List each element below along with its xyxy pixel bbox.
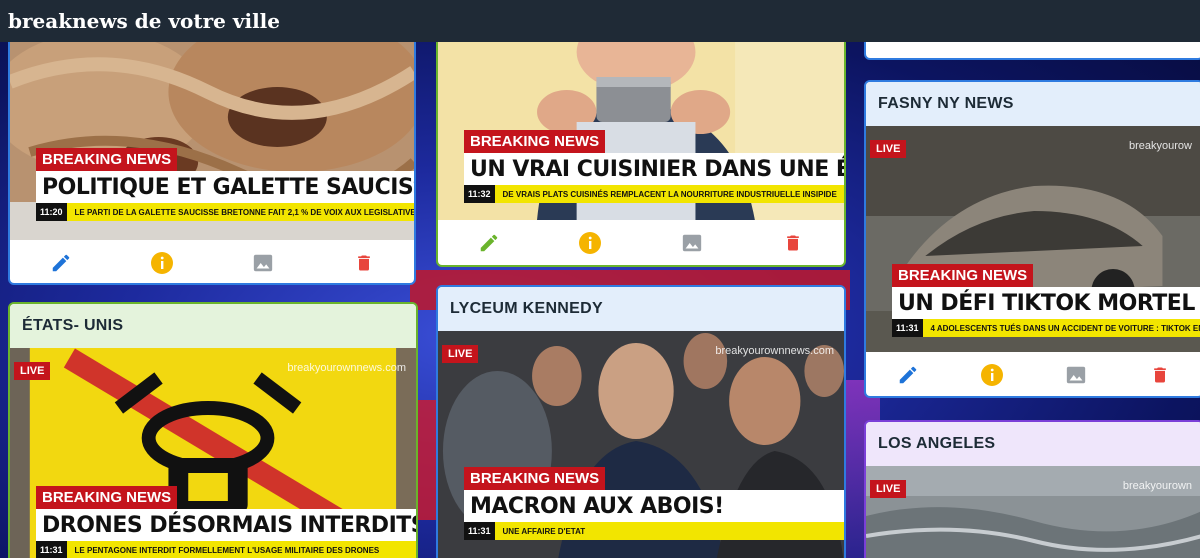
breaking-news-tag: BREAKING NEWS — [36, 148, 178, 171]
watermark: breakyourown — [1122, 480, 1192, 492]
card-image: BREAKING NEWS POLITIQUE ET GALETTE SAUCI… — [10, 22, 414, 240]
pencil-icon[interactable] — [47, 249, 75, 277]
pencil-icon[interactable] — [894, 361, 922, 389]
card-title: ÉTATS- UNIS — [10, 304, 416, 348]
news-card-etats-unis: ÉTATS- UNIS LIVE breakyourownnews.com BR… — [8, 302, 418, 558]
news-ticker: 11:31 LE PENTAGONE INTERDIT FORMELLEMENT… — [36, 541, 416, 558]
card-title: FASNY NY NEWS — [866, 82, 1200, 126]
headline: UN DÉFI TIKTOK MORTEL — [892, 287, 1200, 319]
headline: POLITIQUE ET GALETTE SAUCISSE — [36, 171, 414, 203]
ticker-time: 11:31 — [892, 319, 923, 337]
ticker-time: 11:31 — [36, 541, 67, 558]
card-actions — [438, 220, 844, 265]
ticker-time: 11:32 — [464, 185, 495, 203]
card-image: LIVE breakyourownnews.com BREAKING NEWS … — [10, 348, 416, 558]
live-badge: LIVE — [442, 345, 479, 363]
live-badge: LIVE — [870, 480, 907, 498]
headline: MACRON AUX ABOIS! — [464, 490, 844, 522]
pencil-icon[interactable] — [475, 229, 503, 257]
ticker-text: LE PARTI DE LA GALETTE SAUCISSE BRETONNE… — [74, 207, 414, 217]
news-card-kennedy: LYCEUM KENNEDY LIVE breakyourownnews.com… — [436, 285, 846, 558]
card-actions — [866, 352, 1200, 396]
live-badge: LIVE — [14, 362, 51, 380]
ticker-text: DE VRAIS PLATS CUISINÉS REMPLACENT LA NO… — [502, 189, 837, 199]
news-ticker: 11:20 LE PARTI DE LA GALETTE SAUCISSE BR… — [36, 203, 414, 221]
watermark: breakyourow — [1129, 140, 1192, 152]
ticker-time: 11:31 — [464, 522, 495, 540]
watermark: breakyourownnews.com — [287, 362, 406, 374]
news-card-fasny: FASNY NY NEWS LIVE breakyourow BREAKING … — [864, 80, 1200, 398]
news-ticker: 11:31 UNE AFFAIRE D'ETAT — [464, 522, 844, 540]
breaking-news-tag: BREAKING NEWS — [464, 467, 606, 490]
headline: DRONES DÉSORMAIS INTERDITS — [36, 509, 416, 541]
news-card-cuisinier: BREAKING NEWS UN VRAI CUISINIER DANS UNE… — [436, 20, 846, 267]
breaking-news-tag: BREAKING NEWS — [892, 264, 1034, 287]
ticker-text: UNE AFFAIRE D'ETAT — [502, 526, 586, 536]
trash-icon[interactable] — [350, 249, 378, 277]
info-icon[interactable] — [978, 361, 1006, 389]
ticker-text: LE PENTAGONE INTERDIT FORMELLEMENT L'USA… — [74, 545, 380, 555]
app-title: breaknews de votre ville — [8, 9, 281, 33]
image-icon[interactable] — [249, 249, 277, 277]
card-image: LIVE breakyourownnews.com BREAKING NEWS … — [438, 331, 844, 558]
info-icon[interactable] — [148, 249, 176, 277]
breaking-news-tag: BREAKING NEWS — [464, 130, 606, 153]
live-badge: LIVE — [870, 140, 907, 158]
info-icon[interactable] — [576, 229, 604, 257]
news-card-los-angeles: LOS ANGELES LIVE breakyourown — [864, 420, 1200, 558]
news-ticker: 11:31 4 ADOLESCENTS TUÉS DANS UN ACCIDEN… — [892, 319, 1200, 337]
ticker-text: 4 ADOLESCENTS TUÉS DANS UN ACCIDENT DE V… — [930, 323, 1200, 333]
trash-icon[interactable] — [1146, 361, 1174, 389]
card-image: LIVE breakyourow BREAKING NEWS UN DÉFI T… — [866, 126, 1200, 352]
breaking-news-tag: BREAKING NEWS — [36, 486, 178, 509]
card-image: LIVE breakyourown — [866, 466, 1200, 558]
image-icon[interactable] — [678, 229, 706, 257]
ticker-time: 11:20 — [36, 203, 67, 221]
watermark: breakyourownnews.com — [715, 345, 834, 357]
news-card-galette: BREAKING NEWS POLITIQUE ET GALETTE SAUCI… — [8, 20, 416, 285]
card-image: BREAKING NEWS UN VRAI CUISINIER DANS UNE… — [438, 22, 844, 220]
card-actions — [10, 240, 414, 283]
app-header: breaknews de votre ville — [0, 0, 1200, 42]
trash-icon[interactable] — [779, 229, 807, 257]
image-icon[interactable] — [1062, 361, 1090, 389]
news-ticker: 11:32 DE VRAIS PLATS CUISINÉS REMPLACENT… — [464, 185, 844, 203]
headline: UN VRAI CUISINIER DANS UNE ÉCOLE — [464, 153, 844, 185]
card-title: LYCEUM KENNEDY — [438, 287, 844, 331]
card-title: LOS ANGELES — [866, 422, 1200, 466]
